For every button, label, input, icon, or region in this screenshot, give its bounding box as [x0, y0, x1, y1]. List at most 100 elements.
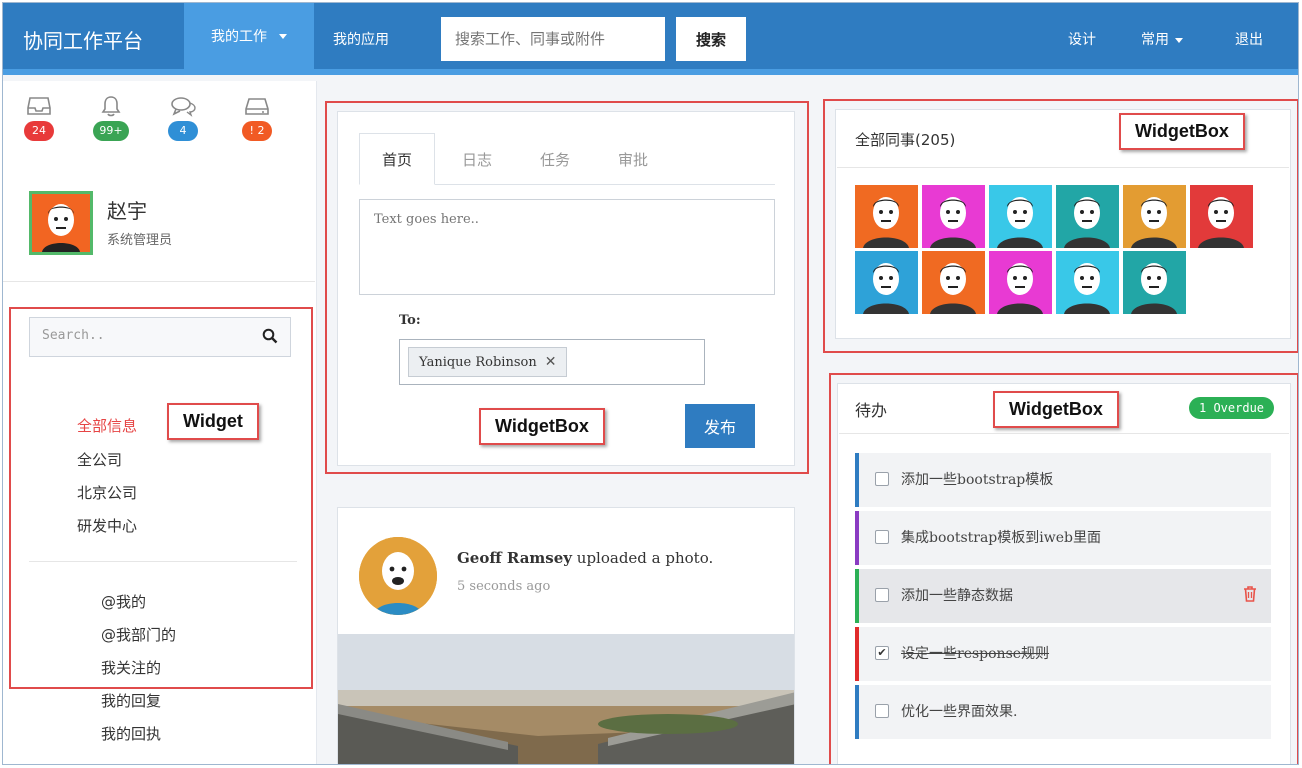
- nav-logout[interactable]: 退出: [1235, 29, 1263, 49]
- todo-checkbox[interactable]: ✔: [875, 646, 889, 660]
- close-icon[interactable]: ✕: [545, 354, 557, 370]
- user-portrait-icon: [1131, 197, 1177, 248]
- colleague-avatar[interactable]: [855, 185, 918, 248]
- feed-action: uploaded a photo.: [576, 549, 714, 567]
- menu-mentions-me[interactable]: @我的: [101, 591, 146, 612]
- global-search-input[interactable]: [441, 17, 665, 61]
- todo-color-bar: [855, 569, 859, 623]
- user-portrait-icon: [1064, 197, 1110, 248]
- user-portrait-icon: [359, 537, 437, 615]
- menu-whole-company[interactable]: 全公司: [77, 449, 122, 470]
- publish-button[interactable]: 发布: [685, 404, 755, 448]
- notification-chat[interactable]: 4: [161, 95, 205, 141]
- todo-item[interactable]: 优化一些界面效果.: [855, 685, 1271, 739]
- user-portrait-icon: [1198, 197, 1244, 248]
- inbox-icon: [27, 97, 51, 115]
- nav-my-work-label: 我的工作: [211, 29, 267, 45]
- todo-item[interactable]: ✔ 设定一些response规则: [855, 627, 1271, 681]
- widget-annotation-label: Widget: [167, 403, 259, 440]
- menu-following[interactable]: 我关注的: [101, 657, 161, 678]
- colleague-avatar[interactable]: [1123, 251, 1186, 314]
- brand-title: 协同工作平台: [23, 29, 143, 53]
- todo-color-bar: [855, 511, 859, 565]
- colleague-avatar[interactable]: [922, 251, 985, 314]
- widgetbox-annotation-label: WidgetBox: [993, 391, 1119, 428]
- colleague-avatar[interactable]: [1056, 251, 1119, 314]
- colleague-avatar[interactable]: [1056, 185, 1119, 248]
- todo-checkbox[interactable]: [875, 588, 889, 602]
- todo-item[interactable]: 集成bootstrap模板到iweb里面: [855, 511, 1271, 565]
- user-portrait-icon: [997, 197, 1043, 248]
- menu-my-receipts[interactable]: 我的回执: [101, 723, 161, 744]
- menu-my-replies[interactable]: 我的回复: [101, 690, 161, 711]
- todo-item[interactable]: 添加一些bootstrap模板: [855, 453, 1271, 507]
- tab-log[interactable]: 日志: [439, 133, 515, 185]
- notification-drive[interactable]: ! 2: [235, 95, 279, 141]
- feed-post-headline: Geoff Ramsey uploaded a photo.: [457, 549, 713, 567]
- tab-home[interactable]: 首页: [359, 133, 435, 185]
- uploaded-photo[interactable]: [338, 634, 795, 765]
- nav-my-apps[interactable]: 我的应用: [333, 29, 389, 49]
- divider: [29, 561, 297, 562]
- drive-icon: [245, 98, 269, 115]
- menu-mentions-dept[interactable]: @我部门的: [101, 624, 176, 645]
- trash-icon[interactable]: [1243, 586, 1257, 602]
- feed-timestamp: 5 seconds ago: [457, 579, 551, 594]
- colleague-avatar[interactable]: [922, 185, 985, 248]
- todo-color-bar: [855, 685, 859, 739]
- inbox-count-badge: 24: [24, 121, 54, 141]
- tab-task[interactable]: 任务: [517, 133, 593, 185]
- todo-checkbox[interactable]: [875, 472, 889, 486]
- user-portrait-icon: [863, 197, 909, 248]
- profile-name: 赵宇: [107, 199, 147, 223]
- tab-approval[interactable]: 审批: [595, 133, 671, 185]
- todo-text: 优化一些界面效果.: [901, 704, 1018, 720]
- divider: [837, 167, 1289, 168]
- navbar-accent-strip: [3, 69, 1298, 75]
- caret-down-icon: [279, 33, 287, 39]
- post-textarea[interactable]: [359, 199, 775, 295]
- todo-checkbox[interactable]: [875, 530, 889, 544]
- todo-text: 添加一些静态数据: [901, 588, 1013, 604]
- todo-text: 设定一些response规则: [901, 646, 1050, 662]
- profile-avatar[interactable]: [29, 191, 93, 255]
- notification-bell[interactable]: 99+: [89, 95, 133, 141]
- bell-icon: [101, 96, 121, 117]
- feed-user-avatar[interactable]: [359, 537, 437, 615]
- colleague-avatar[interactable]: [855, 251, 918, 314]
- todo-item[interactable]: 添加一些静态数据: [855, 569, 1271, 623]
- feed-user-name[interactable]: Geoff Ramsey: [457, 549, 572, 567]
- menu-rd-center[interactable]: 研发中心: [77, 515, 137, 536]
- to-label: To:: [399, 313, 421, 328]
- colleague-avatar[interactable]: [1123, 185, 1186, 248]
- colleague-avatar[interactable]: [989, 185, 1052, 248]
- widgetbox-annotation-label: WidgetBox: [479, 408, 605, 445]
- menu-all-info[interactable]: 全部信息: [77, 415, 137, 436]
- colleague-avatar[interactable]: [1190, 185, 1253, 248]
- user-portrait-icon: [997, 263, 1043, 314]
- nav-design[interactable]: 设计: [1068, 29, 1096, 49]
- todo-color-bar: [855, 453, 859, 507]
- nav-my-work-dropdown[interactable]: 我的工作: [184, 3, 314, 69]
- nav-common-label: 常用: [1141, 32, 1169, 48]
- recipient-input[interactable]: Yanique Robinson ✕: [399, 339, 705, 385]
- user-portrait-icon: [32, 194, 90, 252]
- menu-beijing-company[interactable]: 北京公司: [77, 482, 137, 503]
- notification-inbox[interactable]: 24: [17, 95, 61, 141]
- caret-down-icon: [1175, 37, 1183, 43]
- todo-text: 添加一些bootstrap模板: [901, 472, 1054, 488]
- global-search-button[interactable]: 搜索: [676, 17, 746, 61]
- divider: [839, 433, 1289, 434]
- top-navbar: 协同工作平台 我的工作 我的应用 搜索 设计 常用 退出: [3, 3, 1298, 75]
- profile-role: 系统管理员: [107, 233, 173, 248]
- recipient-name: Yanique Robinson: [419, 354, 537, 370]
- colleague-avatar[interactable]: [989, 251, 1052, 314]
- chat-count-badge: 4: [168, 121, 198, 141]
- user-portrait-icon: [1064, 263, 1110, 314]
- chat-icon: [171, 97, 196, 117]
- user-portrait-icon: [863, 263, 909, 314]
- app-frame: 协同工作平台 我的工作 我的应用 搜索 设计 常用 退出 24 99+ 4 ! …: [2, 2, 1299, 765]
- nav-common-dropdown[interactable]: 常用: [1141, 29, 1183, 49]
- todo-checkbox[interactable]: [875, 704, 889, 718]
- widgetbox-annotation-label: WidgetBox: [1119, 113, 1245, 150]
